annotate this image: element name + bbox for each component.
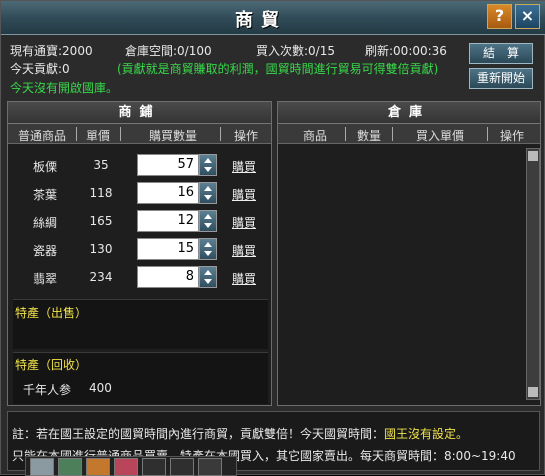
shop-row: 板傈 35 57 購買 [13,152,268,178]
arrow-up-icon[interactable] [204,158,212,163]
note-prefix: 註：若在國王設定的國貿時間內進行商貿，貢獻雙倍！今天國貿時間： [12,427,385,441]
storage-text: 倉庫空間:0/100 [125,44,212,58]
special-item-price: 400 [89,381,112,395]
shop-row: 茶葉 118 16 購買 [13,180,268,206]
qty-stepper[interactable] [199,266,217,288]
item-price: 165 [89,214,113,228]
special-sell-label: 特產（出售） [15,306,88,320]
empty-slot-icon[interactable] [142,458,166,476]
shop-column-header: 普通商品 單價 購買數量 操作 [8,124,271,144]
note-line-1: 註：若在國王設定的國貿時間內進行商貿，貢獻雙倍！今天國貿時間：國王沒有設定。 [12,425,468,442]
buy-button[interactable]: 購買 [227,186,261,203]
trade-window: 商貿 ? × 現有通寶:2000 倉庫空間:0/100 買入次數:0/15 刷新… [0,0,545,476]
shop-panel: 商鋪 普通商品 單價 購買數量 操作 板傈 35 57 購買 茶葉 118 16 [7,101,272,406]
scroll-item-icon[interactable] [58,458,82,476]
buy-button[interactable]: 購買 [227,214,261,231]
buy-button[interactable]: 購買 [227,158,261,175]
item-price: 35 [93,158,109,172]
col-item: 普通商品 [17,129,66,143]
qty-input[interactable]: 16 [137,182,199,204]
qty-stepper[interactable] [199,154,217,176]
shop-item-list: 板傈 35 57 購買 茶葉 118 16 購買 絲綢 165 12 購買 瓷器… [8,148,271,298]
qty-input[interactable]: 8 [137,266,199,288]
col-item: 商品 [302,129,327,143]
item-icon[interactable] [114,458,138,476]
warehouse-title: 倉庫 [278,102,540,124]
item-price: 234 [89,270,113,284]
qty-input[interactable]: 12 [137,210,199,232]
sword-icon[interactable] [198,458,222,476]
help-button[interactable]: ? [487,4,512,29]
arrow-down-icon[interactable] [204,251,212,256]
qty-stepper[interactable] [199,182,217,204]
item-price: 130 [89,242,113,256]
qty-input[interactable]: 57 [137,154,199,176]
special-buy-section: 特產（回收） 千年人参 400 [13,352,268,404]
settle-button[interactable]: 結 算 [469,43,533,64]
col-qty: 購買數量 [148,129,197,143]
scroll-down-icon[interactable] [528,387,538,397]
close-button[interactable]: × [515,4,540,29]
warehouse-scrollbar[interactable] [526,148,540,400]
window-title: 商貿 [235,10,287,31]
warehouse-panel: 倉庫 商品 數量 買入單價 操作 [277,101,541,406]
shop-row: 翡翠 234 8 購買 [13,264,268,290]
currency-text: 現有通寶:2000 [10,44,93,58]
arrow-up-icon[interactable] [204,242,212,247]
col-qty: 數量 [356,129,381,143]
skill-dock [25,456,237,476]
special-buy-label: 特產（回收） [15,358,88,372]
special-item-name: 千年人参 [23,383,72,397]
qty-stepper[interactable] [199,238,217,260]
qty-input[interactable]: 15 [137,238,199,260]
arrow-down-icon[interactable] [204,279,212,284]
col-buy-price: 買入單價 [415,129,464,143]
note-highlight: 國王沒有設定。 [384,427,469,441]
item-name: 翡翠 [32,272,57,286]
item-name: 茶葉 [32,188,57,202]
item-price: 118 [89,186,113,200]
qty-stepper[interactable] [199,210,217,232]
shop-title: 商鋪 [8,102,271,124]
arrow-down-icon[interactable] [204,195,212,200]
col-price: 單價 [85,129,110,143]
scroll-up-icon[interactable] [528,151,538,161]
buy-count-text: 買入次數:0/15 [256,44,335,58]
buy-button[interactable]: 購買 [227,270,261,287]
arrow-up-icon[interactable] [204,186,212,191]
refresh-timer: 刷新:00:00:36 [365,44,447,58]
shop-row: 絲綢 165 12 購買 [13,208,268,234]
item-name: 絲綢 [32,216,57,230]
item-icon[interactable] [86,458,110,476]
col-action: 操作 [233,129,258,143]
arrow-up-icon[interactable] [204,270,212,275]
empty-slot-icon[interactable] [170,458,194,476]
restart-button[interactable]: 重新開始 [469,68,533,89]
arrow-down-icon[interactable] [204,167,212,172]
title-bar[interactable]: 商貿 ? × [1,1,545,35]
arrow-down-icon[interactable] [204,223,212,228]
buy-button[interactable]: 購買 [227,242,261,259]
col-action: 操作 [499,129,524,143]
contribution-text: 今天貢獻:0 [10,62,70,76]
arrow-up-icon[interactable] [204,214,212,219]
special-sell-section: 特產（出售） [13,299,268,349]
item-name: 瓷器 [32,244,57,258]
warehouse-column-header: 商品 數量 買入單價 操作 [278,124,540,144]
item-name: 板傈 [32,160,57,174]
contribution-hint: (貢獻就是商貿賺取的利潤，國貿時間進行貿易可得雙倍貢獻) [117,62,439,76]
scroll-item-icon[interactable] [30,458,54,476]
treasury-status: 今天沒有開啟國庫。 [10,81,119,95]
shop-row: 瓷器 130 15 購買 [13,236,268,262]
